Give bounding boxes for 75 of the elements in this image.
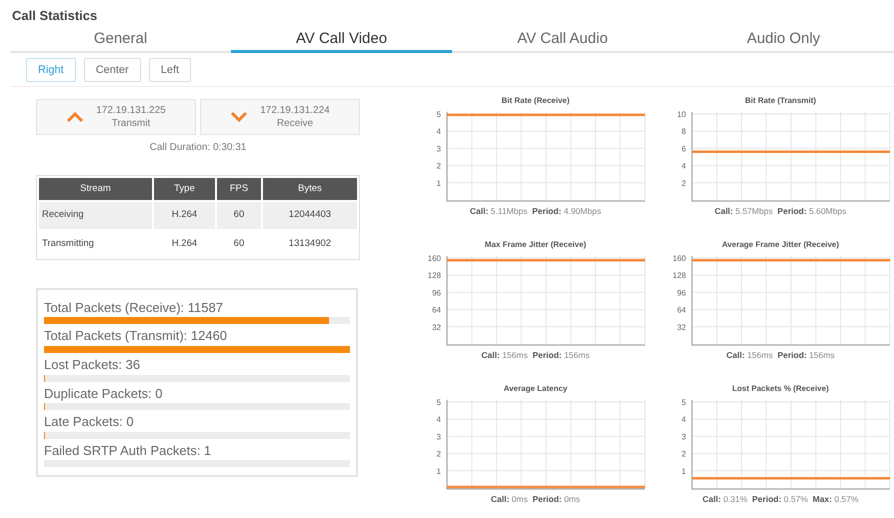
axis-tick-label: 1 bbox=[436, 178, 440, 188]
chart-title: Bit Rate (Receive) bbox=[501, 95, 570, 107]
packet-stat: Duplicate Packets: 0 bbox=[44, 386, 164, 402]
table-cell-text: Transmitting bbox=[41, 236, 95, 250]
ip-address: 172.19.131.225 bbox=[96, 104, 166, 117]
column-header: Bytes bbox=[262, 178, 357, 200]
chart-title: Max Frame Jitter (Receive) bbox=[484, 239, 586, 251]
axis-tick-label: 4 bbox=[436, 127, 440, 136]
axis-tick-label: 4 bbox=[681, 415, 686, 424]
chart-title: Average Frame Jitter (Receive) bbox=[722, 239, 840, 251]
table-cell: H.264 bbox=[154, 202, 216, 228]
packet-stat: Late Packets: 0 bbox=[44, 414, 135, 430]
chevron-down-icon bbox=[230, 111, 248, 123]
axis-tick-label: 10 bbox=[676, 110, 686, 119]
table-cell: 60 bbox=[217, 202, 261, 228]
chart-title: Average Latency bbox=[504, 383, 568, 395]
tab[interactable]: AV Call Audio bbox=[452, 30, 673, 52]
direction-label: Receive bbox=[276, 117, 314, 130]
chart-title: Bit Rate (Transmit) bbox=[744, 95, 816, 107]
view-button[interactable]: Left bbox=[148, 58, 192, 82]
axis-tick-label: 1 bbox=[436, 466, 440, 476]
page-title: Call Statistics bbox=[12, 7, 98, 25]
axis-tick-label: 3 bbox=[436, 144, 440, 154]
table-cell-text: H.264 bbox=[170, 236, 198, 250]
axis-tick-label: 5 bbox=[681, 398, 686, 407]
chart-summary: Call: 0.31% Period: 0.57% Max: 0.57% bbox=[702, 493, 858, 506]
table-cell-text: 60 bbox=[232, 236, 246, 250]
axis-tick-label: 128 bbox=[672, 271, 686, 280]
axis-tick-label: 4 bbox=[681, 162, 686, 171]
chart-summary: Call: 156ms Period: 156ms bbox=[481, 349, 590, 362]
axis-tick-label: 3 bbox=[436, 432, 440, 442]
axis-tick-label: 3 bbox=[681, 432, 686, 442]
direction-label: Transmit bbox=[112, 117, 150, 130]
table-cell-text: 13134902 bbox=[288, 236, 332, 250]
axis-tick-label: 5 bbox=[436, 110, 440, 119]
axis-tick-label: 160 bbox=[427, 254, 440, 263]
axis-tick-label: 160 bbox=[672, 254, 686, 263]
chart-summary: Call: 156ms Period: 156ms bbox=[726, 349, 835, 362]
table-cell: Receiving bbox=[39, 202, 152, 228]
axis-tick-label: 64 bbox=[676, 306, 686, 315]
axis-tick-label: 96 bbox=[432, 288, 440, 298]
tab[interactable]: Audio Only bbox=[673, 30, 894, 52]
chart-summary: Call: 5.57Mbps Period: 5.60Mbps bbox=[714, 205, 846, 218]
axis-tick-label: 2 bbox=[436, 162, 440, 171]
packet-stat: Total Packets (Receive): 11587 bbox=[44, 300, 224, 316]
axis-tick-label: 6 bbox=[681, 144, 686, 154]
chart-summary: Call: 0ms Period: 0ms bbox=[490, 493, 580, 506]
axis-tick-label: 2 bbox=[436, 450, 440, 459]
axis-tick-label: 2 bbox=[681, 178, 686, 188]
view-button[interactable]: Right bbox=[26, 58, 76, 82]
axis-tick-label: 32 bbox=[676, 322, 686, 332]
axis-tick-label: 128 bbox=[427, 271, 440, 280]
tab[interactable]: General bbox=[10, 30, 231, 52]
ip-address: 172.19.131.224 bbox=[260, 104, 330, 117]
chart-title: Lost Packets % (Receive) bbox=[732, 383, 829, 395]
packet-stat: Failed SRTP Auth Packets: 1 bbox=[44, 442, 212, 458]
view-button[interactable]: Center bbox=[84, 58, 141, 82]
column-header: Type bbox=[154, 178, 216, 200]
axis-tick-label: 32 bbox=[432, 322, 440, 332]
column-header: FPS bbox=[217, 178, 261, 200]
axis-tick-label: 64 bbox=[432, 306, 440, 315]
axis-tick-label: 2 bbox=[681, 450, 686, 459]
chevron-up-icon bbox=[66, 111, 84, 123]
call-duration: Call Duration: 0:30:31 bbox=[148, 141, 248, 155]
tab[interactable]: AV Call Video bbox=[231, 30, 452, 52]
axis-tick-label: 8 bbox=[681, 127, 686, 136]
axis-tick-label: 1 bbox=[681, 466, 686, 476]
axis-tick-label: 4 bbox=[436, 415, 440, 424]
axis-tick-label: 96 bbox=[676, 288, 686, 298]
axis-tick-label: 5 bbox=[436, 398, 440, 407]
packet-stat: Lost Packets: 36 bbox=[44, 356, 142, 373]
packet-stat: Total Packets (Transmit): 12460 bbox=[44, 328, 228, 344]
chart-summary: Call: 5.11Mbps Period: 4.90Mbps bbox=[470, 205, 602, 218]
table-cell: 12044403 bbox=[262, 202, 357, 228]
column-header: Stream bbox=[39, 178, 152, 200]
